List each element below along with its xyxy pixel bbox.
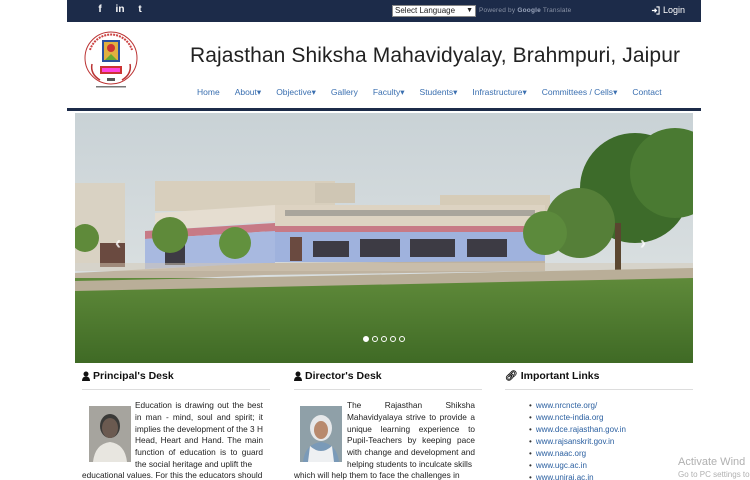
nav-about[interactable]: About▾: [235, 87, 262, 98]
powered-suffix: Translate: [542, 7, 572, 14]
header-divider: [67, 108, 701, 111]
slider-next-icon[interactable]: ›: [640, 233, 646, 254]
chevron-down-icon: ▼: [466, 7, 473, 14]
nav-infrastructure-label: Infrastructure: [472, 87, 523, 97]
link-dce-rajasthan[interactable]: www.dce.rajasthan.gov.in: [529, 424, 626, 436]
social-links: f in t: [95, 4, 145, 15]
director-desk: Director's Desk The Rajasthan Shiksha Ma…: [294, 370, 482, 480]
campus-photo: [75, 113, 693, 363]
google-brand: Google: [517, 7, 541, 14]
principal-text: Education is drawing out the best in man…: [135, 400, 263, 469]
divider: [294, 389, 482, 390]
caret-down-icon: ▾: [522, 87, 527, 97]
caret-down-icon: ▾: [400, 87, 405, 97]
user-icon: [294, 371, 302, 381]
principal-photo: [89, 406, 131, 462]
link-ncte[interactable]: www.ncte-india.org: [529, 412, 626, 424]
director-desk-label: Director's Desk: [305, 370, 382, 382]
important-links: 🔗︎ Important Links www.nrcncte.org/ www.…: [505, 370, 693, 480]
nav-home[interactable]: Home: [197, 87, 220, 98]
caret-down-icon: ▾: [256, 87, 262, 97]
nav-committees-label: Committees / Cells: [541, 87, 614, 97]
main-nav: Home About▾ Objective▾ Gallery Faculty▾ …: [197, 87, 662, 98]
nav-faculty[interactable]: Faculty▾: [373, 87, 405, 98]
nav-students[interactable]: Students▾: [420, 87, 458, 98]
caret-down-icon: ▾: [453, 87, 458, 97]
slider-dot[interactable]: [372, 336, 378, 342]
site-title: Rajasthan Shiksha Mahavidyalay, Brahmpur…: [190, 44, 681, 67]
nav-gallery[interactable]: Gallery: [331, 87, 358, 98]
caret-down-icon: ▾: [613, 87, 618, 97]
caret-down-icon: ▾: [311, 87, 316, 97]
slider-dot[interactable]: [399, 336, 405, 342]
activate-windows-subtext: Go to PC settings to: [678, 470, 750, 479]
principal-text-continued: educational values. For this the educato…: [82, 470, 263, 480]
divider: [505, 389, 693, 390]
slider-dot[interactable]: [381, 336, 387, 342]
college-logo[interactable]: [82, 30, 140, 92]
slider-prev-icon[interactable]: ‹: [115, 233, 121, 254]
director-photo: [300, 406, 342, 462]
login-link[interactable]: Login: [651, 5, 685, 15]
slider-dot[interactable]: [390, 336, 396, 342]
director-text-continued: which will help them to face the challen…: [294, 470, 460, 480]
important-links-label: Important Links: [520, 370, 600, 382]
nav-students-label: Students: [419, 87, 454, 97]
activate-windows-watermark: Activate Wind: [678, 456, 746, 468]
language-select[interactable]: Select Language ▼: [392, 5, 476, 17]
link-icon: 🔗︎: [505, 370, 518, 382]
nav-infrastructure[interactable]: Infrastructure▾: [472, 87, 526, 98]
top-bar: f in t Select Language ▼ Powered by Goog…: [67, 0, 701, 22]
facebook-icon[interactable]: f: [95, 4, 105, 15]
link-nrcncte[interactable]: www.nrcncte.org/: [529, 400, 626, 412]
nav-objective[interactable]: Objective▾: [276, 87, 316, 98]
nav-about-label: About: [234, 87, 257, 97]
powered-prefix: Powered by: [479, 7, 516, 14]
director-text: The Rajasthan Shiksha Mahavidyalaya stri…: [347, 400, 475, 469]
principal-desk: Principal's Desk Education is drawing ou…: [82, 370, 270, 480]
login-label: Login: [662, 5, 685, 15]
nav-objective-label: Objective: [276, 87, 312, 97]
link-uniraj[interactable]: www.uniraj.ac.in: [529, 472, 626, 480]
image-slider[interactable]: ‹ ›: [75, 113, 693, 363]
powered-by-google-translate[interactable]: Powered by Google Translate: [479, 7, 571, 14]
slider-dots: [363, 336, 405, 342]
principal-desk-title: Principal's Desk: [82, 370, 270, 382]
divider: [82, 389, 270, 390]
login-icon: [651, 5, 660, 15]
nav-committees[interactable]: Committees / Cells▾: [542, 87, 618, 98]
slider-dot[interactable]: [363, 336, 369, 342]
nav-faculty-label: Faculty: [372, 87, 401, 97]
link-rajsanskrit[interactable]: www.rajsanskrit.gov.in: [529, 436, 626, 448]
link-naac[interactable]: www.naac.org: [529, 448, 626, 460]
linkedin-icon[interactable]: in: [115, 4, 125, 15]
link-ugc[interactable]: www.ugc.ac.in: [529, 460, 626, 472]
twitter-icon[interactable]: t: [135, 4, 145, 15]
important-links-title: 🔗︎ Important Links: [505, 370, 693, 382]
language-select-value: Select Language: [395, 6, 456, 15]
principal-desk-label: Principal's Desk: [93, 370, 174, 382]
user-icon: [82, 371, 90, 381]
links-list: www.nrcncte.org/ www.ncte-india.org www.…: [529, 400, 626, 480]
nav-contact[interactable]: Contact: [632, 87, 661, 98]
director-desk-title: Director's Desk: [294, 370, 482, 382]
